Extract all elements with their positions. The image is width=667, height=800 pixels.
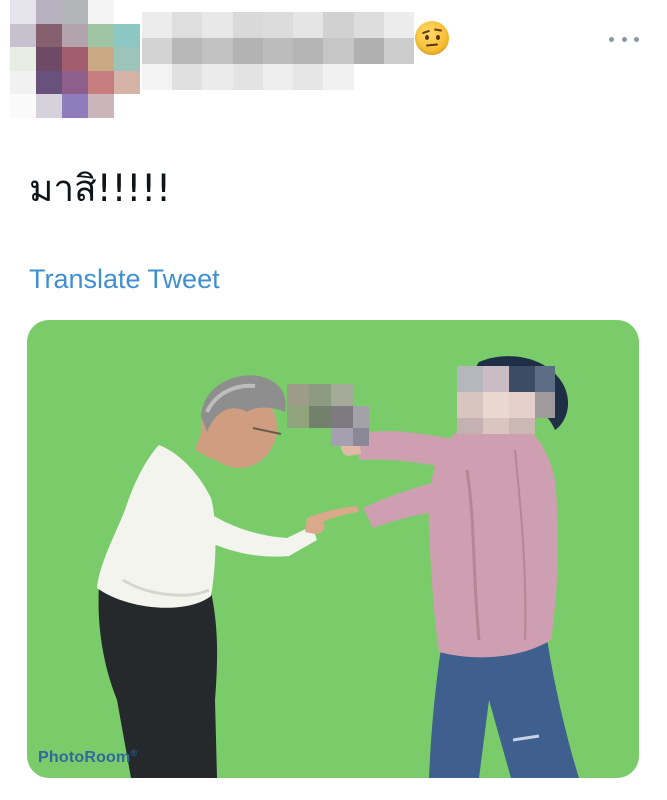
blurred-face-right: [457, 366, 555, 434]
photo-illustration: [97, 356, 579, 778]
watermark-text: PhotoRoom: [38, 749, 131, 766]
tweet-media-photo[interactable]: PhotoRoom®: [27, 320, 639, 778]
registered-mark: ®: [130, 748, 138, 758]
photoroom-watermark: PhotoRoom®: [38, 748, 137, 767]
more-options-icon[interactable]: [609, 30, 639, 48]
username-redacted[interactable]: [142, 12, 414, 90]
tweet-text: มาสิ!!!!!: [29, 167, 171, 210]
blurred-face-left: [287, 384, 369, 446]
face-with-raised-eyebrow-emoji-icon: [415, 21, 449, 55]
translate-tweet-link[interactable]: Translate Tweet: [29, 261, 220, 297]
avatar[interactable]: [10, 0, 140, 118]
